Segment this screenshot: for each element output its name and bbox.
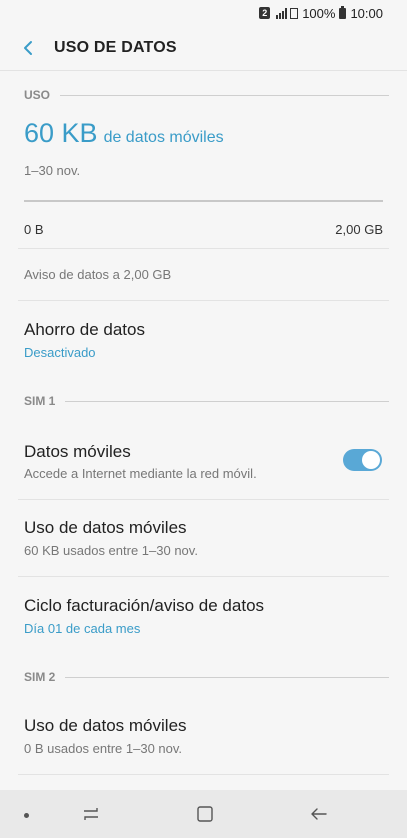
header-divider (0, 70, 407, 71)
battery-percent: 100% (302, 5, 336, 21)
usage-range-min: 0 B (24, 222, 44, 237)
sim2-data-usage-item[interactable]: Uso de datos móviles 0 B usados entre 1–… (0, 700, 407, 774)
status-bar: 2 100% 10:00 (0, 0, 407, 26)
back-button[interactable] (16, 36, 40, 60)
section-header-usage: USO (24, 87, 389, 103)
recents-icon (84, 808, 98, 820)
sim-badge: 2 (259, 7, 271, 19)
recents-button[interactable] (77, 802, 105, 826)
section-label-usage: USO (24, 88, 51, 102)
sim2-data-usage-subtitle: 0 B usados entre 1–30 nov. (24, 741, 183, 756)
billing-cycle-title: Ciclo facturación/aviso de datos (24, 596, 265, 615)
divider (18, 774, 389, 775)
usage-period: 1–30 nov. (24, 163, 81, 178)
home-icon (197, 806, 213, 822)
usage-range-max: 2,00 GB (335, 222, 383, 237)
section-label-sim2: SIM 2 (24, 670, 56, 684)
sim1-data-usage-item[interactable]: Uso de datos móviles 60 KB usados entre … (0, 500, 407, 576)
toggle-knob (362, 451, 380, 469)
data-saver-status: Desactivado (24, 345, 96, 360)
section-divider-line (65, 676, 389, 678)
section-header-sim2: SIM 2 (24, 669, 389, 685)
mobile-data-toggle[interactable] (343, 449, 382, 471)
nav-dot-indicator (24, 813, 29, 818)
data-warning-text: Aviso de datos a 2,00 GB (24, 267, 172, 282)
usage-amount: 60 KB (24, 118, 98, 148)
home-button[interactable] (191, 802, 219, 826)
mobile-data-title: Datos móviles (24, 442, 131, 461)
section-header-sim1: SIM 1 (24, 393, 389, 409)
sim1-data-usage-subtitle: 60 KB usados entre 1–30 nov. (24, 543, 198, 558)
back-icon (311, 808, 327, 820)
battery-icon (339, 5, 347, 19)
data-saver-title: Ahorro de datos (24, 320, 145, 339)
back-arrow-icon (24, 41, 32, 55)
data-saver-item[interactable]: Ahorro de datos Desactivado (0, 301, 407, 371)
signal-icon (276, 7, 288, 19)
section-label-sim1: SIM 1 (24, 394, 56, 408)
signal-icon-2 (290, 7, 299, 19)
billing-cycle-item[interactable]: Ciclo facturación/aviso de datos Día 01 … (0, 577, 407, 653)
section-divider-line (60, 94, 389, 96)
page-title: USO DE DATOS (54, 39, 177, 56)
usage-progress-bar (24, 200, 383, 202)
sim2-data-usage-title: Uso de datos móviles (24, 716, 187, 735)
billing-cycle-subtitle: Día 01 de cada mes (24, 621, 141, 636)
navigation-bar (0, 790, 407, 838)
usage-amount-suffix: de datos móviles (103, 129, 224, 146)
nav-back-button[interactable] (305, 802, 333, 826)
divider (18, 248, 389, 249)
mobile-data-subtitle: Accede a Internet mediante la red móvil. (24, 466, 257, 481)
app-header: USO DE DATOS (0, 26, 407, 70)
usage-summary: 60 KB de datos móviles (24, 118, 224, 149)
clock: 10:00 (350, 5, 383, 21)
sim1-data-usage-title: Uso de datos móviles (24, 518, 187, 537)
section-divider-line (65, 400, 389, 402)
